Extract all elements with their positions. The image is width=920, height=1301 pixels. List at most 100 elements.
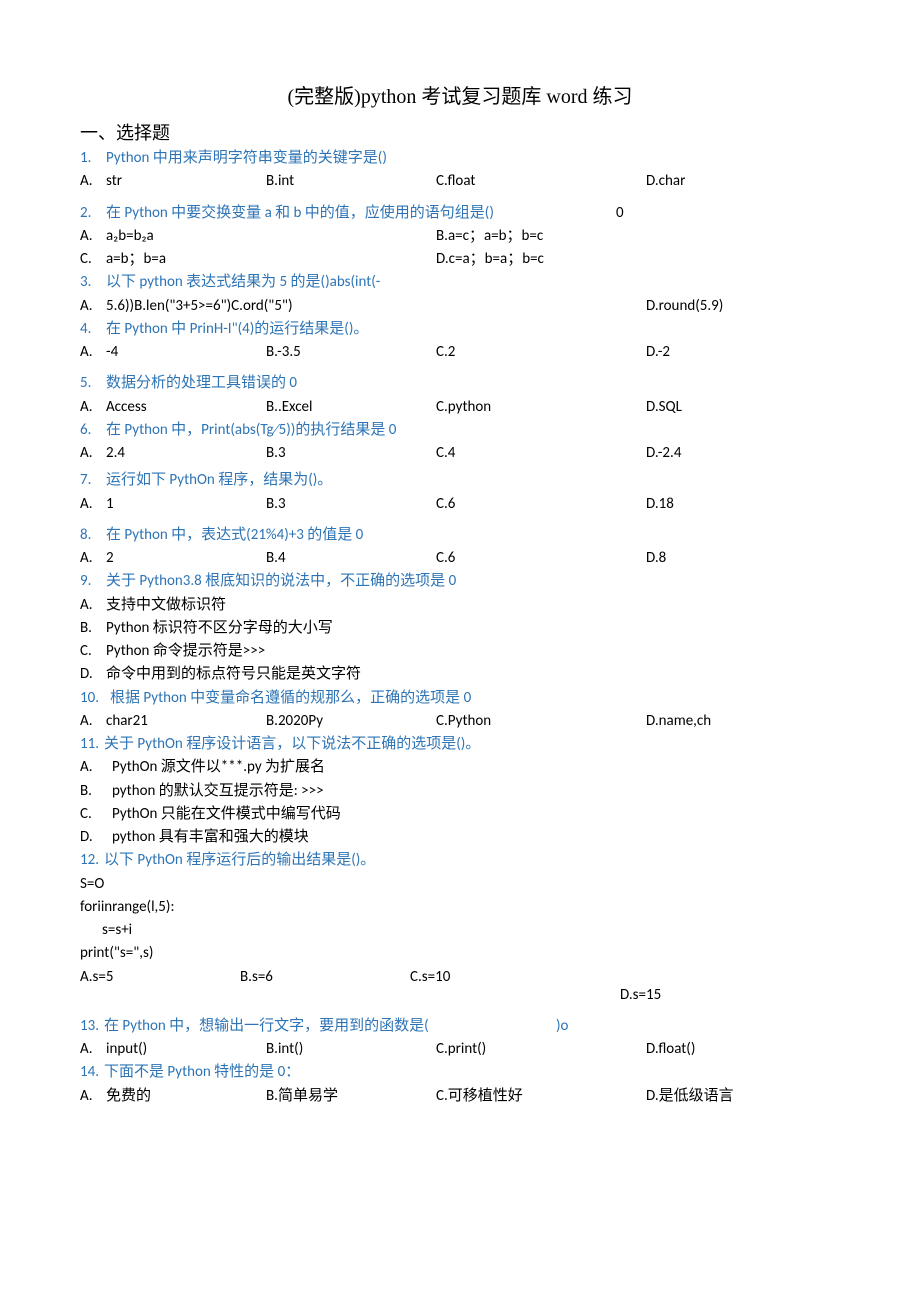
q14-a-label: A.	[80, 1085, 106, 1108]
question-4: 4. 在 Python 中 PrinH-I"(4)的运行结果是()。	[80, 318, 840, 341]
q12-options: A.s=5 B.s=6 C.s=10 D.s=15	[80, 966, 840, 1007]
q7-opt-b: B.3	[266, 493, 436, 516]
q4-opt-c: C.2	[436, 341, 646, 364]
q4-a-label: A.	[80, 341, 106, 364]
q14-opt-b: B.简单易学	[266, 1085, 436, 1108]
q8-options: A. 2 B.4 C.6 D.8	[80, 547, 840, 570]
q12-opt-d: D.s=15	[620, 966, 840, 1007]
q10-a-label: A.	[80, 710, 106, 733]
q10-opt-b: B.2020Py	[266, 710, 436, 733]
q5-num: 5.	[80, 372, 106, 395]
question-8: 8. 在 Python 中，表达式(21%4)+3 的值是 0	[80, 524, 840, 547]
q2-opt-d: D.c=a；b=a；b=c	[436, 248, 840, 271]
q1-opt-a: str	[106, 170, 266, 193]
q13-opt-d: D.float()	[646, 1038, 840, 1061]
q8-opt-a: 2	[106, 547, 266, 570]
q10-num: 10.	[80, 687, 110, 710]
q6-opt-a: 2.4	[106, 442, 266, 465]
q13-opt-a: input()	[106, 1038, 266, 1061]
q5-opt-b: B..Excel	[266, 396, 436, 419]
q14-opt-a: 免费的	[106, 1085, 266, 1108]
q8-text: 在 Python 中，表达式(21%4)+3 的值是 0	[106, 524, 840, 547]
q5-opt-a: Access	[106, 396, 266, 419]
q2-c-label: C.	[80, 248, 106, 271]
question-6: 6. 在 Python 中，Print(abs(Tg∕5))的执行结果是 0	[80, 419, 840, 442]
question-11: 11. 关于 PythOn 程序设计语言，以下说法不正确的选项是()。	[80, 733, 840, 756]
q3-num: 3.	[80, 271, 106, 294]
q11-opt-c: C.PythOn 只能在文件模式中编写代码	[80, 803, 840, 826]
q1-opt-b: B.int	[266, 170, 436, 193]
question-1: 1. Python 中用来声明字符串变量的关键字是()	[80, 147, 840, 170]
q6-text: 在 Python 中，Print(abs(Tg∕5))的执行结果是 0	[106, 419, 840, 442]
q14-opt-c: C.可移植性好	[436, 1085, 646, 1108]
q3-opt-d: D.round(5.9)	[646, 295, 723, 318]
q10-text: 根据 Python 中变量命名遵循的规那么，正确的选项是 0	[110, 687, 840, 710]
q2-opt-b: B.a=c；a=b；b=c	[436, 225, 840, 248]
q1-opt-c: C.float	[436, 170, 646, 193]
q6-opt-c: C.4	[436, 442, 646, 465]
q12-code-line4: print("s=",s)	[80, 942, 840, 965]
q4-num: 4.	[80, 318, 106, 341]
q1-opt-d: D.char	[646, 170, 840, 193]
q5-opt-d: D.SQL	[646, 396, 840, 419]
question-5: 5. 数据分析的处理工具错误的 0	[80, 372, 840, 395]
q10-opt-d: D.name,ch	[646, 710, 840, 733]
question-7: 7. 运行如下 PythOn 程序，结果为()。	[80, 469, 840, 492]
question-14: 14. 下面不是 Python 特性的是 0：	[80, 1061, 840, 1084]
q13-options: A. input() B.int() C.print() D.float()	[80, 1038, 840, 1061]
q4-options: A. -4 B.-3.5 C.2 D.-2	[80, 341, 840, 364]
q5-options: A. Access B..Excel C.python D.SQL	[80, 396, 840, 419]
q9-opt-a: A.支持中文做标识符	[80, 594, 840, 617]
section-heading: 一、选择题	[80, 119, 840, 145]
q6-a-label: A.	[80, 442, 106, 465]
q6-num: 6.	[80, 419, 106, 442]
q8-opt-d: D.8	[646, 547, 840, 570]
question-13: 13. 在 Python 中，想输出一行文字，要用到的函数是( )o	[80, 1015, 840, 1038]
q11-opt-b: B.python 的默认交互提示符是: >>>	[80, 780, 840, 803]
q7-num: 7.	[80, 469, 106, 492]
q7-a-label: A.	[80, 493, 106, 516]
q12-code-line2: foriinrange(l,5):	[80, 896, 840, 919]
q10-opt-c: C.Python	[436, 710, 646, 733]
q9-num: 9.	[80, 570, 106, 593]
q8-opt-c: C.6	[436, 547, 646, 570]
q3-text: 以下 python 表达式结果为 5 的是()abs(int(-	[106, 271, 840, 294]
q5-a-label: A.	[80, 396, 106, 419]
q2-text: 在 Python 中要交换变量 a 和 b 中的值，应使用的语句组是()	[106, 202, 576, 225]
q12-opt-b: B.s=6	[240, 966, 410, 1007]
q13-text: 在 Python 中，想输出一行文字，要用到的函数是(	[104, 1015, 496, 1038]
q9-opt-b: B.Python 标识符不区分字母的大小写	[80, 617, 840, 640]
q14-text: 下面不是 Python 特性的是 0：	[104, 1061, 840, 1084]
q4-opt-a: -4	[106, 341, 266, 364]
q3-line2: A. 5.6))B.len("3+5>=6")C.ord("5") D.roun…	[80, 295, 840, 318]
q12-text: 以下 PythOn 程序运行后的输出结果是()。	[104, 849, 840, 872]
q6-opt-d: D.-2.4	[646, 442, 840, 465]
q3-a-label: A.	[80, 295, 106, 318]
q7-options: A. 1 B.3 C.6 D.18	[80, 493, 840, 516]
question-2: 2. 在 Python 中要交换变量 a 和 b 中的值，应使用的语句组是() …	[80, 202, 840, 225]
q6-opt-b: B.3	[266, 442, 436, 465]
q2-opt-c: a=b；b=a	[106, 248, 436, 271]
q1-num: 1.	[80, 147, 106, 170]
q8-num: 8.	[80, 524, 106, 547]
q12-code-line3: s=s+i	[80, 919, 840, 942]
question-12: 12. 以下 PythOn 程序运行后的输出结果是()。	[80, 849, 840, 872]
q6-options: A. 2.4 B.3 C.4 D.-2.4	[80, 442, 840, 465]
q4-opt-d: D.-2	[646, 341, 840, 364]
question-3: 3. 以下 python 表达式结果为 5 的是()abs(int(-	[80, 271, 840, 294]
q2-opt-a: a₂b=b₂a	[106, 225, 436, 248]
q11-opt-a: A.PythOn 源文件以***.py 为扩展名	[80, 756, 840, 779]
q4-text: 在 Python 中 PrinH-I"(4)的运行结果是()。	[106, 318, 840, 341]
q2-num: 2.	[80, 202, 106, 225]
q11-opt-d: D.python 具有丰富和强大的模块	[80, 826, 840, 849]
q2-a-label: A.	[80, 225, 106, 248]
q12-code-line1: S=O	[80, 873, 840, 896]
q8-opt-b: B.4	[266, 547, 436, 570]
q9-text: 关于 Python3.8 根底知识的说法中，不正确的选项是 0	[106, 570, 840, 593]
question-9: 9. 关于 Python3.8 根底知识的说法中，不正确的选项是 0	[80, 570, 840, 593]
q5-text: 数据分析的处理工具错误的 0	[106, 372, 840, 395]
q12-opt-a: A.s=5	[80, 966, 240, 1007]
document-page: (完整版)python 考试复习题库 word 练习 一、选择题 1. Pyth…	[0, 0, 920, 1168]
q13-tail: )o	[556, 1015, 568, 1038]
q7-text: 运行如下 PythOn 程序，结果为()。	[106, 469, 840, 492]
